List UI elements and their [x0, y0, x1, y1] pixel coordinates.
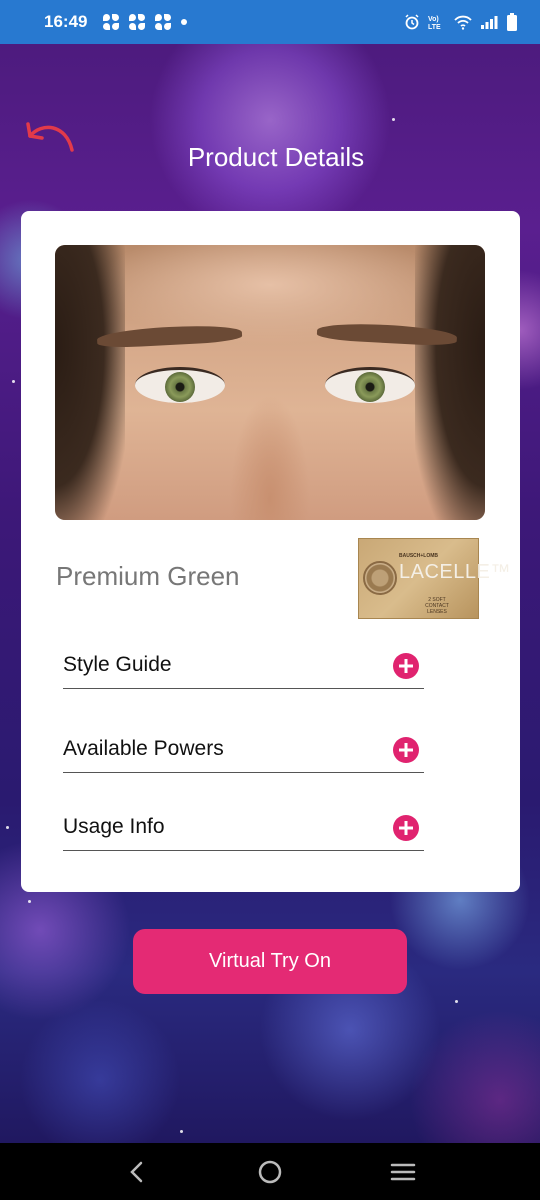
- star: [392, 118, 395, 121]
- wifi-icon: [454, 14, 472, 30]
- accordion-label: Usage Info: [63, 815, 165, 838]
- plus-circle-icon[interactable]: [393, 737, 419, 763]
- status-bar: 16:49 Vo) LTE: [0, 0, 540, 44]
- virtual-try-on-button[interactable]: Virtual Try On: [133, 929, 407, 994]
- svg-text:LTE: LTE: [428, 24, 441, 30]
- product-hero-image: [55, 245, 485, 520]
- notification-dot-icon: [181, 19, 188, 25]
- back-icon: [129, 1161, 142, 1182]
- alarm-icon: [404, 14, 420, 30]
- battery-icon: [506, 13, 518, 31]
- fan-icon: [103, 14, 120, 30]
- recents-icon: [391, 1163, 416, 1180]
- accordion-style-guide[interactable]: Style Guide: [63, 643, 424, 689]
- package-logo: LACELLE™: [399, 561, 511, 583]
- star: [455, 1000, 458, 1003]
- status-time: 16:49: [44, 12, 88, 31]
- product-card: Premium Green BAUSCH+LOMB LACELLE™ 2 SOF…: [21, 211, 520, 892]
- nav-recents-button[interactable]: [383, 1152, 423, 1192]
- fan-icon: [129, 14, 146, 30]
- page-title: Product Details: [187, 142, 365, 172]
- lens-icon: [363, 561, 397, 595]
- package-subtitle: 2 SOFT CONTACT LENSES: [425, 597, 449, 615]
- star: [6, 826, 9, 829]
- navigation-bar: [0, 1143, 540, 1200]
- accordion-available-powers[interactable]: Available Powers: [63, 727, 424, 773]
- star: [28, 900, 31, 903]
- product-package-image: BAUSCH+LOMB LACELLE™ 2 SOFT CONTACT LENS…: [358, 538, 510, 619]
- accordion-label: Available Powers: [63, 737, 224, 760]
- svg-text:Vo): Vo): [428, 16, 439, 23]
- home-icon: [258, 1160, 282, 1183]
- star: [12, 380, 15, 383]
- nav-home-button[interactable]: [250, 1152, 290, 1192]
- volte-icon: Vo) LTE: [428, 14, 446, 30]
- star: [180, 1130, 183, 1133]
- product-name: Premium Green: [56, 561, 240, 591]
- fan-icon: [155, 14, 172, 30]
- plus-circle-icon[interactable]: [393, 653, 419, 679]
- package-brand: BAUSCH+LOMB: [399, 553, 439, 559]
- nav-back-button[interactable]: [117, 1152, 157, 1192]
- accordion-label: Style Guide: [63, 653, 172, 676]
- accordion-usage-info[interactable]: Usage Info: [63, 805, 424, 851]
- plus-circle-icon[interactable]: [393, 815, 419, 841]
- signal-icon: [480, 14, 498, 30]
